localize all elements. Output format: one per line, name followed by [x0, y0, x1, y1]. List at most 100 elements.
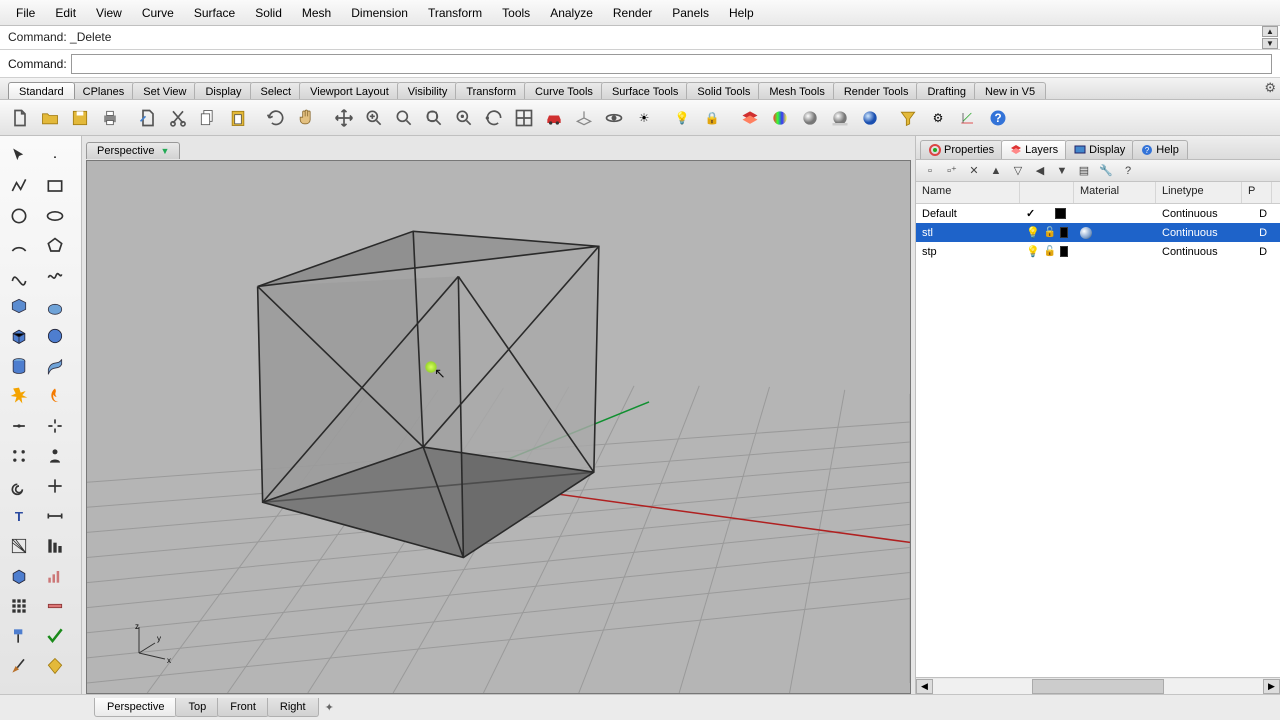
surface-pts-icon[interactable] [4, 292, 34, 320]
save-icon[interactable] [66, 104, 94, 132]
text-icon[interactable]: T [4, 502, 34, 530]
gear-gold-icon[interactable]: ⚙ [924, 104, 952, 132]
scroll-thumb[interactable] [1032, 679, 1164, 694]
levels-icon[interactable] [40, 532, 70, 560]
layers-red-icon[interactable] [736, 104, 764, 132]
sphere-grey2-icon[interactable] [826, 104, 854, 132]
history-scroll-up[interactable]: ▲ [1262, 26, 1278, 37]
viewport-dropdown-icon[interactable]: ▼ [160, 146, 169, 156]
curve-icon[interactable] [4, 262, 34, 290]
panel-hscroll[interactable]: ◀ ▶ [916, 677, 1280, 694]
menu-render[interactable]: Render [603, 2, 662, 24]
cube-blue-icon[interactable] [4, 562, 34, 590]
points-on-icon[interactable] [4, 442, 34, 470]
zoom-icon[interactable] [390, 104, 418, 132]
paint-icon[interactable] [4, 622, 34, 650]
tab-transform[interactable]: Transform [455, 82, 527, 99]
move-icon[interactable] [330, 104, 358, 132]
header-linetype[interactable]: Linetype [1156, 182, 1242, 203]
menu-view[interactable]: View [86, 2, 132, 24]
check-icon[interactable] [40, 622, 70, 650]
move-prev-icon[interactable]: ◀ [1030, 162, 1050, 180]
tab-rendertools[interactable]: Render Tools [833, 82, 920, 99]
lightbulb-icon[interactable]: 💡 [668, 104, 696, 132]
toolbar-settings-icon[interactable]: ⚙ [1264, 80, 1276, 96]
polygon-icon[interactable] [40, 232, 70, 260]
ellipse-icon[interactable] [40, 202, 70, 230]
pipe-icon[interactable] [40, 352, 70, 380]
join-icon[interactable] [4, 412, 34, 440]
viewport[interactable]: ↖ x z y [86, 160, 911, 694]
tab-standard[interactable]: Standard [8, 82, 75, 99]
diamond-gold-icon[interactable] [40, 652, 70, 680]
print-icon[interactable] [96, 104, 124, 132]
hatch-icon[interactable] [4, 532, 34, 560]
scroll-track[interactable] [933, 679, 1263, 694]
grid-4view-icon[interactable] [510, 104, 538, 132]
scroll-right-icon[interactable]: ▶ [1263, 679, 1280, 694]
arc-icon[interactable] [4, 232, 34, 260]
lock-small-icon[interactable]: 🔓 [1044, 227, 1056, 238]
sun-icon[interactable]: ☀ [630, 104, 658, 132]
pointer-icon[interactable] [4, 142, 34, 170]
tab-solidtools[interactable]: Solid Tools [686, 82, 761, 99]
point-icon[interactable]: · [40, 142, 70, 170]
tab-meshtools[interactable]: Mesh Tools [758, 82, 835, 99]
material-sphere-icon[interactable] [1080, 227, 1092, 239]
tab-surfacetools[interactable]: Surface Tools [601, 82, 689, 99]
grid-9-icon[interactable] [4, 592, 34, 620]
menu-mesh[interactable]: Mesh [292, 2, 341, 24]
explode-icon[interactable] [4, 382, 34, 410]
bars-icon[interactable] [40, 562, 70, 590]
orbit-icon[interactable] [600, 104, 628, 132]
menu-transform[interactable]: Transform [418, 2, 492, 24]
layer-row-default[interactable]: Default ✓ Continuous D [916, 204, 1280, 223]
circle-icon[interactable] [4, 202, 34, 230]
header-name[interactable]: Name [916, 182, 1020, 203]
tab-visibility[interactable]: Visibility [397, 82, 459, 99]
layer-help-icon[interactable]: ? [1118, 162, 1138, 180]
scroll-left-icon[interactable]: ◀ [916, 679, 933, 694]
menu-file[interactable]: File [6, 2, 45, 24]
viewtab-add-icon[interactable]: ✦ [325, 701, 334, 714]
viewtab-right[interactable]: Right [267, 698, 319, 717]
lock-icon[interactable]: 🔒 [698, 104, 726, 132]
layer-row-stp[interactable]: stp 💡🔓 Continuous D [916, 242, 1280, 261]
filter-icon[interactable] [894, 104, 922, 132]
move-down-icon[interactable]: ▽ [1008, 162, 1028, 180]
polyline-icon[interactable] [4, 172, 34, 200]
header-printcolor[interactable]: P [1242, 182, 1272, 203]
header-material[interactable]: Material [1074, 182, 1156, 203]
tab-select[interactable]: Select [250, 82, 303, 99]
command-input[interactable] [71, 54, 1272, 74]
tab-cplanes[interactable]: CPlanes [72, 82, 136, 99]
tab-curvetools[interactable]: Curve Tools [524, 82, 604, 99]
panel-tab-display[interactable]: Display [1065, 140, 1134, 159]
delete-layer-icon[interactable]: ✕ [964, 162, 984, 180]
layer-props-icon[interactable]: ▤ [1074, 162, 1094, 180]
tab-drafting[interactable]: Drafting [916, 82, 977, 99]
viewtab-perspective[interactable]: Perspective [94, 698, 177, 717]
spiral-icon[interactable] [4, 472, 34, 500]
snaps-icon[interactable] [40, 472, 70, 500]
cut-icon[interactable] [164, 104, 192, 132]
surface-edge-icon[interactable] [40, 292, 70, 320]
rectangle-icon[interactable] [40, 172, 70, 200]
sphere-tool-icon[interactable] [40, 322, 70, 350]
car-icon[interactable] [540, 104, 568, 132]
viewtab-front[interactable]: Front [217, 698, 269, 717]
person-icon[interactable] [40, 442, 70, 470]
open-icon[interactable] [36, 104, 64, 132]
paste-icon[interactable] [224, 104, 252, 132]
brush-icon[interactable] [4, 652, 34, 680]
zoom-extents-icon[interactable] [420, 104, 448, 132]
menu-analyze[interactable]: Analyze [540, 2, 603, 24]
freeform-icon[interactable] [40, 262, 70, 290]
menu-help[interactable]: Help [719, 2, 764, 24]
explode-2-icon[interactable] [40, 412, 70, 440]
zoom-in-icon[interactable] [360, 104, 388, 132]
help-icon[interactable]: ? [984, 104, 1012, 132]
tab-viewportlayout[interactable]: Viewport Layout [299, 82, 400, 99]
dimension-icon[interactable] [40, 502, 70, 530]
history-scroll-down[interactable]: ▼ [1262, 38, 1278, 49]
